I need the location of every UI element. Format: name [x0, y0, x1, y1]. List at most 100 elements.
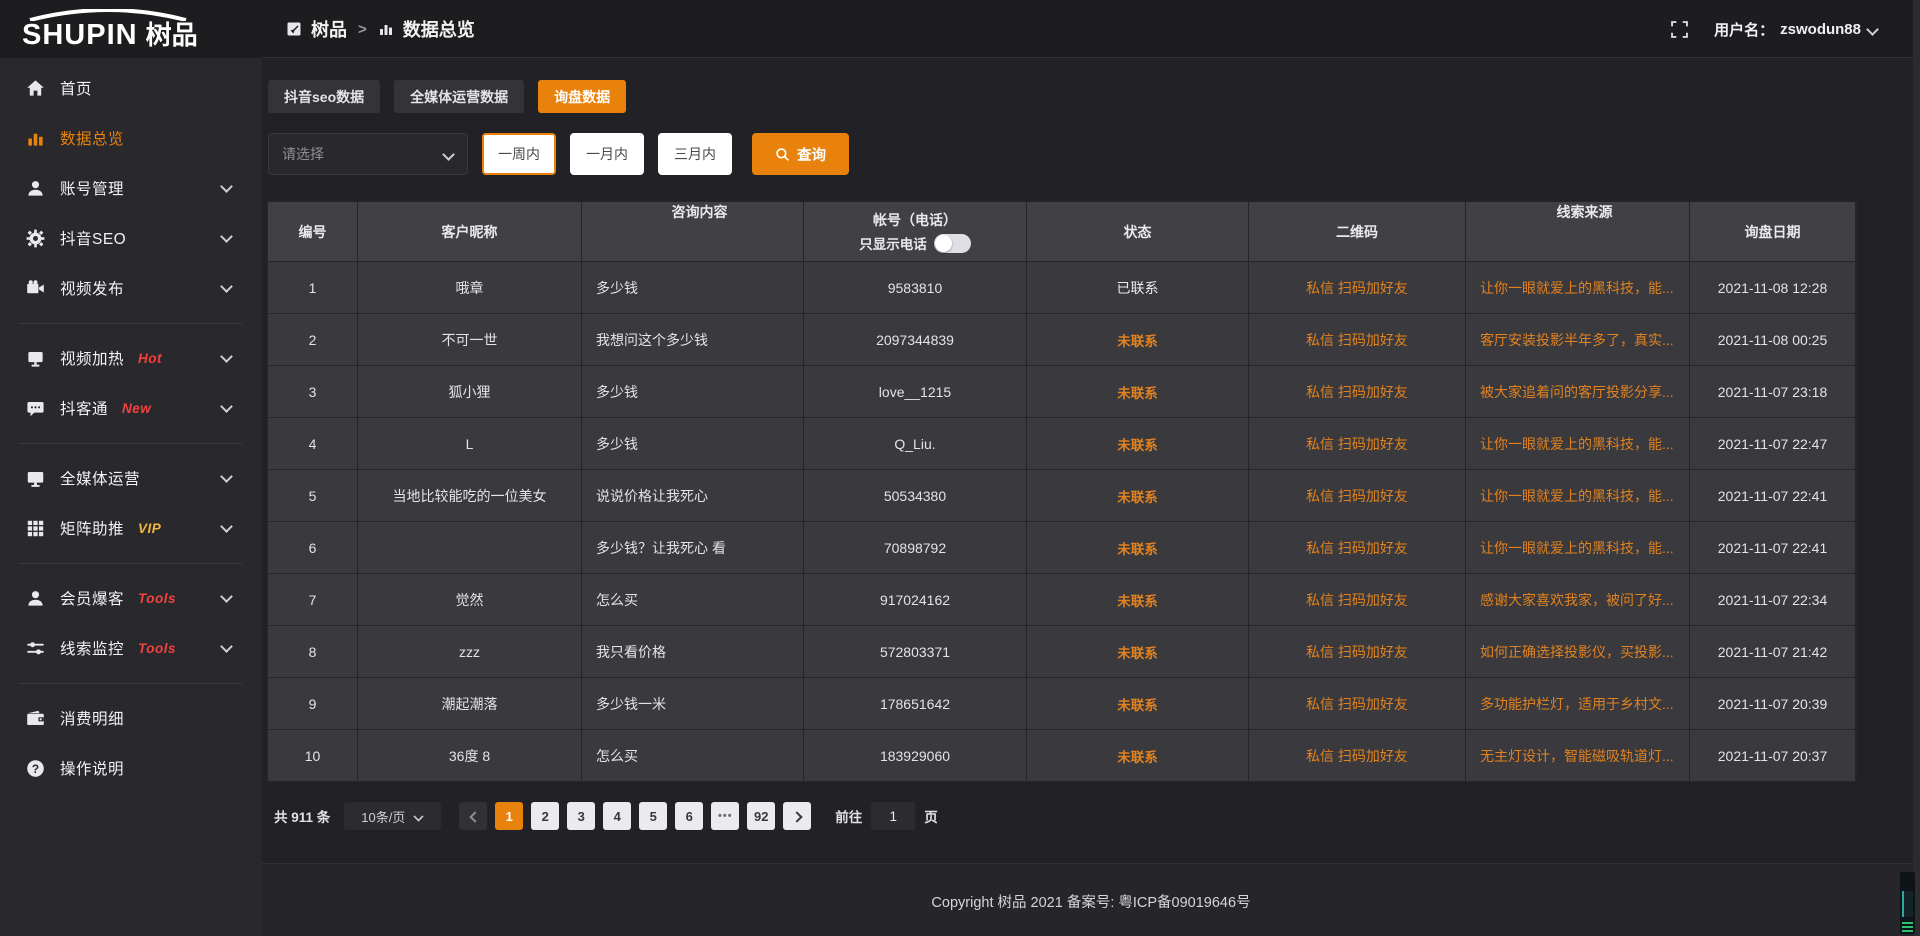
tab-3[interactable]: 询盘数据: [538, 80, 626, 113]
sidebar-item-account-management[interactable]: 账号管理: [0, 163, 262, 213]
nickname-cell: 不可一世: [358, 314, 582, 366]
tab-1[interactable]: 抖音seo数据: [268, 80, 380, 113]
sidebar-item-matrix-boost[interactable]: 矩阵助推VIP: [0, 503, 262, 553]
source-link[interactable]: 让你一眼就爱上的黑科技，能...: [1480, 434, 1674, 454]
qr-link[interactable]: 私信 扫码加好友: [1306, 642, 1408, 662]
qr-cell[interactable]: 私信 扫码加好友: [1249, 574, 1466, 626]
sidebar-item-data-overview[interactable]: 数据总览: [0, 113, 262, 163]
page-ellipsis[interactable]: •••: [711, 802, 739, 830]
qr-link[interactable]: 私信 扫码加好友: [1306, 746, 1408, 766]
sidebar-item-all-media-operation[interactable]: 全媒体运营: [0, 453, 262, 503]
account-value: 2097344839: [876, 332, 954, 348]
column-header-content: 咨询内容: [582, 202, 804, 262]
tab-2[interactable]: 全媒体运营数据: [394, 80, 524, 113]
chevron-down-icon: [221, 279, 232, 297]
qr-cell[interactable]: 私信 扫码加好友: [1249, 262, 1466, 314]
source-cell[interactable]: 让你一眼就爱上的黑科技，能...: [1466, 418, 1690, 470]
qr-cell[interactable]: 私信 扫码加好友: [1249, 730, 1466, 782]
source-cell[interactable]: 让你一眼就爱上的黑科技，能...: [1466, 470, 1690, 522]
sidebar-item-douyin-seo[interactable]: 抖音SEO: [0, 213, 262, 263]
qr-cell[interactable]: 私信 扫码加好友: [1249, 678, 1466, 730]
range-button-2[interactable]: 一月内: [570, 133, 644, 175]
scrollbar[interactable]: [1913, 0, 1920, 936]
table-row: 4L多少钱Q_Liu.未联系私信 扫码加好友让你一眼就爱上的黑科技，能...20…: [268, 418, 1856, 470]
qr-cell[interactable]: 私信 扫码加好友: [1249, 522, 1466, 574]
goto-page-input[interactable]: [871, 802, 915, 830]
search-button[interactable]: 查询: [752, 133, 849, 175]
source-cell[interactable]: 无主灯设计，智能磁吸轨道灯...: [1466, 730, 1690, 782]
page-button-4[interactable]: 4: [603, 802, 631, 830]
phone-only-toggle[interactable]: [934, 234, 971, 253]
sidebar-item-label: 首页: [60, 77, 92, 99]
page-button-1[interactable]: 1: [495, 802, 523, 830]
page-button-3[interactable]: 3: [567, 802, 595, 830]
source-link[interactable]: 无主灯设计，智能磁吸轨道灯...: [1480, 746, 1674, 766]
page-button-5[interactable]: 5: [639, 802, 667, 830]
source-link[interactable]: 让你一眼就爱上的黑科技，能...: [1480, 278, 1674, 298]
qr-cell[interactable]: 私信 扫码加好友: [1249, 470, 1466, 522]
sidebar-item-member-baoke[interactable]: 会员爆客Tools: [0, 573, 262, 623]
page-button-6[interactable]: 6: [675, 802, 703, 830]
source-cell[interactable]: 让你一眼就爱上的黑科技，能...: [1466, 262, 1690, 314]
qr-link[interactable]: 私信 扫码加好友: [1306, 382, 1408, 402]
nickname-value: zzz: [459, 644, 480, 660]
page-size-select[interactable]: 10条/页: [344, 802, 441, 830]
sidebar-item-expense-detail[interactable]: 消费明细: [0, 693, 262, 743]
date-cell: 2021-11-07 22:41: [1690, 522, 1856, 574]
next-page-button[interactable]: [783, 802, 811, 830]
range-button-3[interactable]: 三月内: [658, 133, 732, 175]
qr-link[interactable]: 私信 扫码加好友: [1306, 486, 1408, 506]
sidebar-item-label: 抖音SEO: [60, 227, 126, 249]
column-header-label: 询盘日期: [1745, 222, 1801, 242]
qr-link[interactable]: 私信 扫码加好友: [1306, 434, 1408, 454]
source-link[interactable]: 如何正确选择投影仪，买投影...: [1480, 642, 1674, 662]
source-cell[interactable]: 客厅安装投影半年多了，真实...: [1466, 314, 1690, 366]
account-value: 50534380: [884, 488, 946, 504]
page-button-92[interactable]: 92: [747, 802, 775, 830]
source-link[interactable]: 感谢大家喜欢我家，被问了好...: [1480, 590, 1674, 610]
status-cell: 未联系: [1027, 314, 1249, 366]
qr-link[interactable]: 私信 扫码加好友: [1306, 538, 1408, 558]
qr-cell[interactable]: 私信 扫码加好友: [1249, 366, 1466, 418]
source-link[interactable]: 客厅安装投影半年多了，真实...: [1480, 330, 1674, 350]
sidebar-item-help[interactable]: ?操作说明: [0, 743, 262, 793]
no-cell: 5: [268, 470, 358, 522]
user-menu[interactable]: 用户名： zswodun88: [1714, 19, 1878, 40]
sidebar-item-label: 操作说明: [60, 757, 124, 779]
source-link[interactable]: 被大家追着问的客厅投影分享...: [1480, 382, 1674, 402]
qr-link[interactable]: 私信 扫码加好友: [1306, 330, 1408, 350]
sidebar-item-video-heat[interactable]: 视频加热Hot: [0, 333, 262, 383]
qr-cell[interactable]: 私信 扫码加好友: [1249, 418, 1466, 470]
filter-select[interactable]: 请选择: [268, 133, 468, 175]
no-value: 1: [309, 280, 317, 296]
page-button-2[interactable]: 2: [531, 802, 559, 830]
brand-logo: SHUPIN 树品: [0, 9, 262, 50]
source-cell[interactable]: 多功能护栏灯，适用于乡村文...: [1466, 678, 1690, 730]
nickname-cell: 潮起潮落: [358, 678, 582, 730]
fullscreen-icon[interactable]: [1671, 21, 1688, 38]
source-link[interactable]: 让你一眼就爱上的黑科技，能...: [1480, 538, 1674, 558]
date-value: 2021-11-07 22:34: [1718, 592, 1828, 608]
qr-link[interactable]: 私信 扫码加好友: [1306, 694, 1408, 714]
source-cell[interactable]: 如何正确选择投影仪，买投影...: [1466, 626, 1690, 678]
qr-cell[interactable]: 私信 扫码加好友: [1249, 626, 1466, 678]
sidebar-item-douketong[interactable]: 抖客通New: [0, 383, 262, 433]
qr-link[interactable]: 私信 扫码加好友: [1306, 590, 1408, 610]
sidebar-item-video-publish[interactable]: 视频发布: [0, 263, 262, 313]
prev-page-button[interactable]: [459, 802, 487, 830]
qr-link[interactable]: 私信 扫码加好友: [1306, 278, 1408, 298]
sidebar-item-home[interactable]: 首页: [0, 63, 262, 113]
source-link[interactable]: 多功能护栏灯，适用于乡村文...: [1480, 694, 1674, 714]
date-cell: 2021-11-07 20:39: [1690, 678, 1856, 730]
source-cell[interactable]: 让你一眼就爱上的黑科技，能...: [1466, 522, 1690, 574]
breadcrumb-root[interactable]: 树品: [311, 16, 347, 42]
source-cell[interactable]: 感谢大家喜欢我家，被问了好...: [1466, 574, 1690, 626]
range-button-1[interactable]: 一周内: [482, 133, 556, 175]
source-link[interactable]: 让你一眼就爱上的黑科技，能...: [1480, 486, 1674, 506]
chevron-down-icon: [221, 639, 232, 657]
sidebar-item-leads-monitor[interactable]: 线索监控Tools: [0, 623, 262, 673]
source-cell[interactable]: 被大家追着问的客厅投影分享...: [1466, 366, 1690, 418]
qr-cell[interactable]: 私信 扫码加好友: [1249, 314, 1466, 366]
nickname-cell: 觉然: [358, 574, 582, 626]
account-cell: 50534380: [804, 470, 1027, 522]
